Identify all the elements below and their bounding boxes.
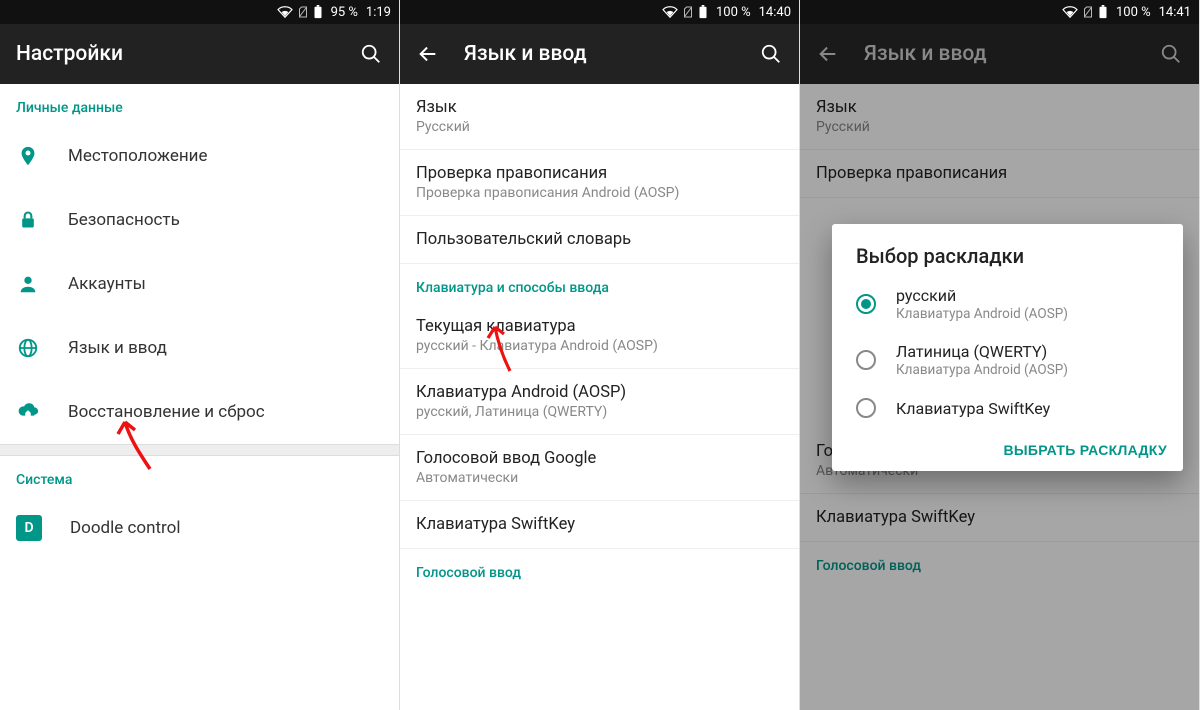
battery-percent: 95 %: [331, 5, 358, 20]
settings-list: Личные данные Местоположение Безопасност…: [0, 84, 399, 710]
wifi-icon: [277, 5, 293, 19]
setting-user-dict[interactable]: Пользовательский словарь: [400, 216, 799, 264]
status-bar: 100 % 14:40: [400, 0, 799, 24]
screen-layout-dialog: 100 % 14:41 Язык и ввод Язык Русский Про…: [800, 0, 1200, 710]
wifi-icon: [1062, 5, 1078, 19]
settings-item-doodle[interactable]: D Doodle control: [0, 496, 399, 560]
screen-settings: 95 % 1:19 Настройки Личные данные Местоп…: [0, 0, 400, 710]
setting-subtitle: Русский: [416, 119, 783, 135]
status-bar: 100 % 14:41: [800, 0, 1199, 24]
setting-subtitle: русский - Клавиатура Android (AOSP): [416, 338, 783, 354]
settings-item-label: Язык и ввод: [68, 338, 167, 358]
settings-item-label: Doodle control: [70, 518, 180, 538]
page-title: Язык и ввод: [864, 42, 1135, 66]
globe-icon: [16, 336, 40, 360]
subheader-voice: Голосовой ввод: [400, 549, 799, 588]
app-bar: Настройки: [0, 24, 399, 84]
settings-item-accounts[interactable]: Аккаунты: [0, 252, 399, 316]
setting-subtitle: Проверка правописания Android (AOSP): [416, 185, 783, 201]
radio-icon: [856, 350, 876, 370]
battery-icon: [698, 5, 708, 19]
dialog-title: Выбор раскладки: [832, 224, 1183, 276]
status-bar: 95 % 1:19: [0, 0, 399, 24]
option-subtitle: Клавиатура Android (AOSP): [896, 306, 1068, 322]
app-bar: Язык и ввод: [400, 24, 799, 84]
option-title: русский: [896, 286, 1068, 305]
setting-title: Текущая клавиатура: [416, 317, 783, 336]
setting-title: Голосовой ввод Google: [416, 449, 783, 468]
setting-subtitle: Автоматически: [416, 470, 783, 486]
section-personal: Личные данные: [0, 84, 399, 124]
sim-icon: [1082, 5, 1094, 19]
settings-item-language[interactable]: Язык и ввод: [0, 316, 399, 380]
wifi-icon: [662, 5, 678, 19]
settings-item-location[interactable]: Местоположение: [0, 124, 399, 188]
section-divider: [0, 444, 399, 456]
back-icon[interactable]: [416, 42, 440, 66]
setting-title: Пользовательский словарь: [416, 230, 783, 249]
setting-keyboard-aosp[interactable]: Клавиатура Android (AOSP) русский, Латин…: [400, 369, 799, 435]
dialog-actions: ВЫБРАТЬ РАСКЛАДКУ: [832, 428, 1183, 463]
location-icon: [16, 144, 40, 168]
battery-percent: 100 %: [1116, 5, 1151, 20]
layout-option-russian[interactable]: русский Клавиатура Android (AOSP): [832, 276, 1183, 332]
battery-percent: 100 %: [716, 5, 751, 20]
page-title: Настройки: [16, 42, 335, 66]
language-settings-list: Язык Русский Проверка правописания Голос…: [800, 84, 1199, 710]
account-icon: [16, 272, 40, 296]
setting-title: Проверка правописания: [416, 164, 783, 183]
clock: 14:40: [759, 5, 791, 20]
backup-icon: [16, 400, 40, 424]
clock: 14:41: [1159, 5, 1191, 20]
setting-title: Клавиатура SwiftKey: [416, 515, 783, 534]
setting-title: Язык: [416, 98, 783, 117]
setting-keyboard-swiftkey[interactable]: Клавиатура SwiftKey: [400, 501, 799, 549]
app-bar: Язык и ввод: [800, 24, 1199, 84]
battery-icon: [1098, 5, 1108, 19]
setting-title: Клавиатура Android (AOSP): [416, 383, 783, 402]
search-icon[interactable]: [759, 42, 783, 66]
screen-language-input: 100 % 14:40 Язык и ввод Язык Русский Про…: [400, 0, 800, 710]
lock-icon: [16, 208, 40, 232]
layout-option-swiftkey[interactable]: Клавиатура SwiftKey: [832, 388, 1183, 428]
section-system: Система: [0, 456, 399, 496]
back-icon: [816, 42, 840, 66]
clock: 1:19: [366, 5, 391, 20]
settings-item-label: Безопасность: [68, 210, 180, 230]
settings-item-label: Аккаунты: [68, 274, 146, 294]
option-title: Клавиатура SwiftKey: [896, 399, 1050, 418]
subheader-keyboard: Клавиатура и способы ввода: [400, 264, 799, 303]
settings-item-security[interactable]: Безопасность: [0, 188, 399, 252]
layout-dialog: Выбор раскладки русский Клавиатура Andro…: [832, 224, 1183, 471]
layout-option-latin[interactable]: Латиница (QWERTY) Клавиатура Android (AO…: [832, 332, 1183, 388]
language-settings-list: Язык Русский Проверка правописания Прове…: [400, 84, 799, 710]
radio-icon: [856, 398, 876, 418]
page-title: Язык и ввод: [464, 42, 735, 66]
setting-subtitle: русский, Латиница (QWERTY): [416, 404, 783, 420]
choose-layout-button[interactable]: ВЫБРАТЬ РАСКЛАДКУ: [1003, 442, 1167, 458]
doodle-icon: D: [16, 515, 42, 541]
battery-icon: [313, 5, 323, 19]
setting-language[interactable]: Язык Русский: [400, 84, 799, 150]
sim-icon: [297, 5, 309, 19]
settings-item-label: Местоположение: [68, 146, 208, 166]
settings-item-backup[interactable]: Восстановление и сброс: [0, 380, 399, 444]
option-subtitle: Клавиатура Android (AOSP): [896, 362, 1068, 378]
search-icon: [1159, 42, 1183, 66]
settings-item-label: Восстановление и сброс: [68, 402, 265, 422]
option-title: Латиница (QWERTY): [896, 342, 1068, 361]
setting-current-keyboard[interactable]: Текущая клавиатура русский - Клавиатура …: [400, 303, 799, 369]
setting-spellcheck[interactable]: Проверка правописания Проверка правописа…: [400, 150, 799, 216]
setting-voice-google[interactable]: Голосовой ввод Google Автоматически: [400, 435, 799, 501]
sim-icon: [682, 5, 694, 19]
search-icon[interactable]: [359, 42, 383, 66]
radio-icon: [856, 294, 876, 314]
